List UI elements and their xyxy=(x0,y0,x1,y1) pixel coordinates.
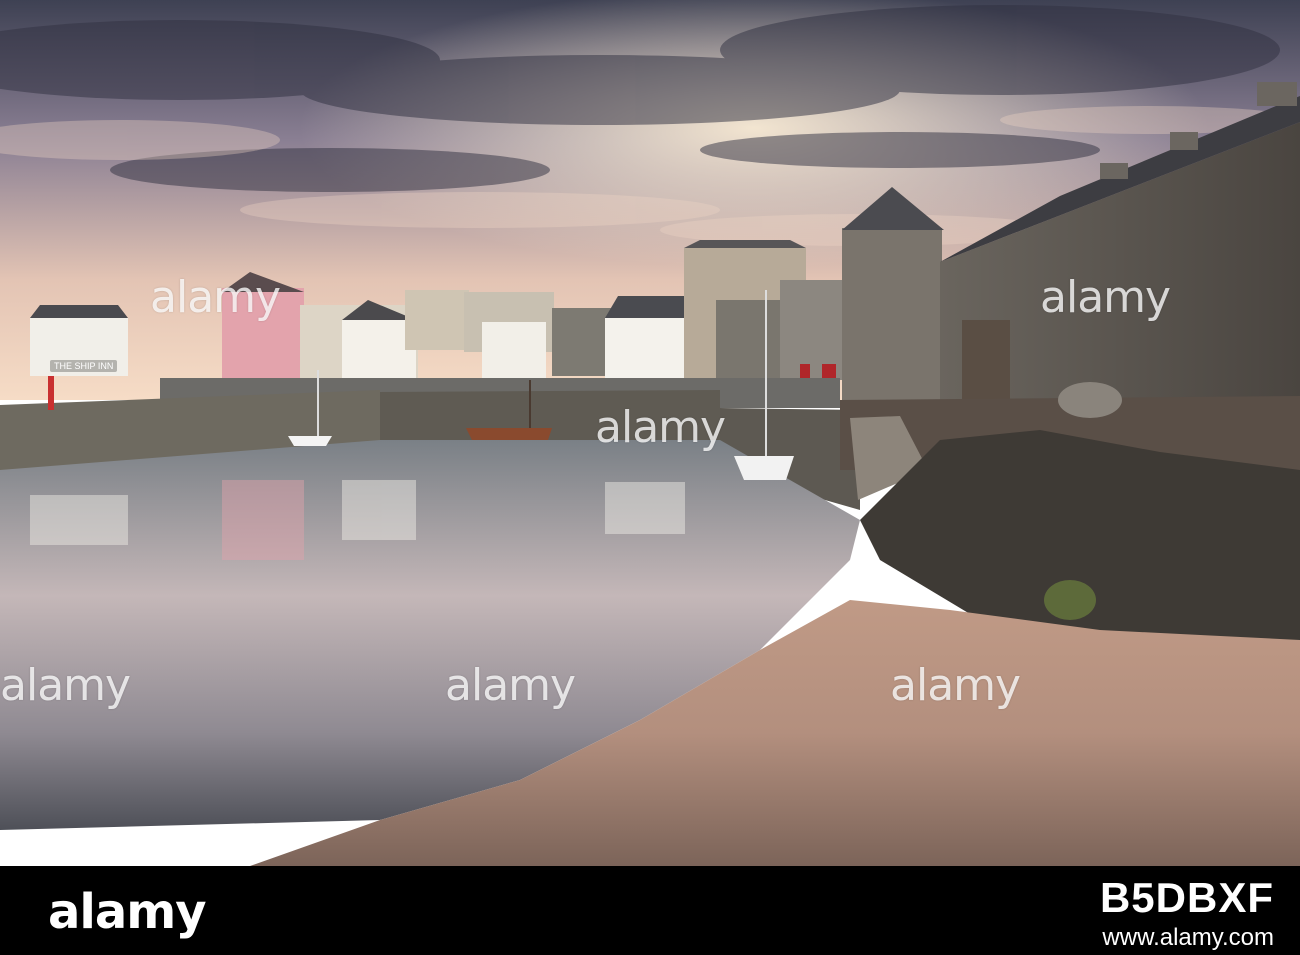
watermark-2: alamy xyxy=(595,402,726,453)
image-id: B5DBXF xyxy=(1099,874,1274,921)
watermark-6: alamy xyxy=(890,660,1021,711)
watermark-3: alamy xyxy=(1040,272,1171,323)
watermark-5: alamy xyxy=(445,660,576,711)
footer-bar: alamy B5DBXF www.alamy.com xyxy=(0,866,1300,955)
alamy-url[interactable]: www.alamy.com xyxy=(1100,924,1274,952)
pub-sign: THE SHIP INN xyxy=(50,360,118,372)
alamy-logo: alamy xyxy=(48,884,207,940)
stone-tower xyxy=(842,228,942,400)
footer-info: B5DBXF www.alamy.com xyxy=(1100,874,1274,952)
watermark-1: alamy xyxy=(150,272,281,323)
watermark-4: alamy xyxy=(0,660,131,711)
